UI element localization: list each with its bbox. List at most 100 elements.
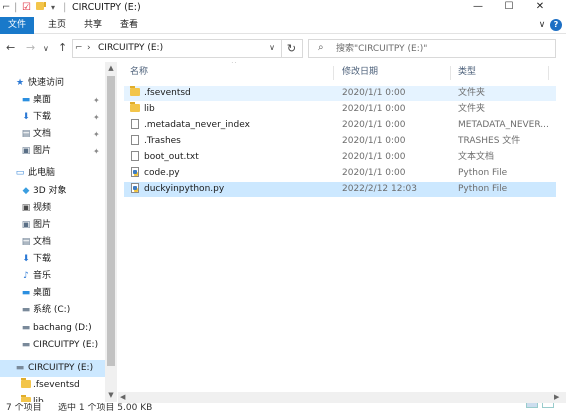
sidebar-item-label: lib bbox=[33, 397, 44, 402]
file-row[interactable]: boot_out.txt 2020/1/1 0:00 文本文档 bbox=[124, 150, 556, 165]
properties-icon[interactable]: ☑ bbox=[22, 2, 31, 14]
drive-icon: ⌐ bbox=[2, 2, 11, 13]
usb-drive-icon: ▬ bbox=[15, 363, 25, 373]
sidebar-item[interactable]: ⬇ 下载 bbox=[0, 251, 105, 268]
pictures-icon: ▣ bbox=[21, 146, 31, 156]
folder-icon bbox=[129, 86, 140, 101]
download-icon: ⬇ bbox=[22, 112, 30, 122]
up-button[interactable]: ↑ bbox=[58, 42, 67, 54]
title-bar: ⌐ | ☑ ▾ | CIRCUITPY (E:) — ☐ ✕ bbox=[0, 0, 566, 16]
sidebar-item[interactable]: ▬ bachang (D:) bbox=[0, 320, 105, 337]
maximize-button[interactable]: ☐ bbox=[496, 0, 522, 14]
forward-button[interactable]: → bbox=[26, 42, 35, 54]
folder-icon bbox=[20, 377, 32, 394]
sidebar-item-label: .fseventsd bbox=[33, 380, 80, 390]
chevron-down-icon[interactable]: ∨ bbox=[536, 19, 548, 31]
python-file-icon bbox=[129, 182, 140, 198]
minimize-button[interactable]: — bbox=[465, 0, 491, 14]
file-row[interactable]: code.py 2020/1/1 0:00 Python File bbox=[124, 166, 556, 181]
ribbon-tabs: 文件 主页 共享 查看 ∨ ? bbox=[0, 17, 566, 34]
scroll-up-icon[interactable]: ▲ bbox=[105, 64, 117, 72]
search-input[interactable] bbox=[336, 42, 546, 55]
search-icon: ⌕ bbox=[318, 42, 324, 53]
tab-share[interactable]: 共享 bbox=[78, 17, 108, 34]
sidebar-item[interactable]: .fseventsd bbox=[0, 377, 105, 394]
file-name: boot_out.txt bbox=[144, 152, 199, 162]
sidebar-item-label: 快速访问 bbox=[28, 78, 65, 88]
close-button[interactable]: ✕ bbox=[527, 0, 553, 14]
scrollbar-thumb[interactable] bbox=[107, 76, 115, 366]
column-divider[interactable] bbox=[548, 66, 549, 80]
download-icon: ⬇ bbox=[22, 254, 30, 264]
documents-icon: ▤ bbox=[21, 237, 31, 247]
folder-icon bbox=[20, 394, 32, 402]
sidebar-item-label: 系统 (C:) bbox=[33, 305, 71, 315]
horizontal-scrollbar[interactable]: ◀ ▶ bbox=[118, 392, 566, 403]
tab-view[interactable]: 查看 bbox=[114, 17, 144, 34]
recent-locations-button[interactable]: ∨ bbox=[43, 43, 49, 55]
file-row[interactable]: .fseventsd 2020/1/1 0:00 文件夹 bbox=[124, 86, 556, 101]
address-bar[interactable]: ⌐ › CIRCUITPY (E:) ∨ bbox=[72, 39, 282, 58]
file-row[interactable]: .metadata_never_index 2020/1/1 0:00 METADA… bbox=[124, 118, 556, 133]
sidebar-item[interactable]: ▣ 图片 ✦ bbox=[0, 143, 105, 160]
breadcrumb-separator[interactable]: › bbox=[87, 43, 91, 53]
breadcrumb-item[interactable]: CIRCUITPY (E:) bbox=[98, 43, 163, 53]
star-icon: ★ bbox=[15, 78, 25, 88]
file-name: .metadata_never_index bbox=[144, 120, 250, 130]
sidebar-item[interactable]: ▬ 桌面 ✦ bbox=[0, 92, 105, 109]
tab-home[interactable]: 主页 bbox=[42, 17, 72, 34]
column-header-name[interactable]: 名称 bbox=[130, 65, 148, 80]
file-date: 2022/2/12 12:03 bbox=[342, 184, 417, 194]
sidebar-item[interactable]: ▬ 系统 (C:) bbox=[0, 302, 105, 319]
sidebar-item[interactable]: ▭ 此电脑 bbox=[0, 165, 105, 182]
help-icon[interactable]: ? bbox=[550, 19, 562, 31]
sidebar-item-label: 视频 bbox=[33, 203, 52, 213]
sidebar-item[interactable]: ♪ 音乐 bbox=[0, 268, 105, 285]
sidebar-item[interactable]: ▤ 文档 ✦ bbox=[0, 126, 105, 143]
sidebar-item[interactable]: ⬇ 下载 ✦ bbox=[0, 109, 105, 126]
sidebar-item[interactable]: ▣ 图片 bbox=[0, 217, 105, 234]
music-icon: ♪ bbox=[23, 271, 29, 281]
chevron-down-icon[interactable]: ∨ bbox=[269, 43, 275, 52]
sidebar-item[interactable]: ▬ 桌面 bbox=[0, 285, 105, 302]
new-folder-icon[interactable] bbox=[36, 1, 44, 13]
scroll-left-icon[interactable]: ◀ bbox=[120, 392, 125, 403]
sidebar-item[interactable]: ◆ 3D 对象 bbox=[0, 183, 105, 200]
scroll-down-icon[interactable]: ▼ bbox=[105, 391, 117, 399]
file-date: 2020/1/1 0:00 bbox=[342, 136, 406, 146]
status-bar: 7 个项目 选中 1 个项目 5.00 KB bbox=[0, 403, 566, 411]
details-view-icon[interactable] bbox=[526, 403, 538, 408]
refresh-button[interactable]: ↻ bbox=[281, 39, 303, 58]
sidebar-item[interactable]: ▬ CIRCUITPY (E:) bbox=[0, 337, 105, 354]
sidebar-item[interactable]: ▤ 文档 bbox=[0, 234, 105, 251]
column-divider[interactable] bbox=[333, 66, 334, 80]
large-icons-view-icon[interactable] bbox=[542, 403, 554, 408]
sidebar-item-label: 音乐 bbox=[33, 271, 52, 281]
navigation-pane: ★ 快速访问 ▬ 桌面 ✦ ⬇ 下载 ✦ ▤ 文档 ✦ ▣ 图片 ✦ ▭ 此电脑 ◆ 3D 对象 ▣ 视频 ▣ 图片 ▤ 文档… bbox=[0, 62, 118, 402]
sidebar-item-label: 此电脑 bbox=[28, 168, 56, 178]
scroll-right-icon[interactable]: ▶ bbox=[554, 392, 559, 403]
separator-icon: | bbox=[63, 2, 67, 13]
file-name: duckyinpython.py bbox=[144, 184, 225, 194]
sidebar-item-label: 文档 bbox=[33, 129, 52, 139]
file-type: Python File bbox=[458, 184, 508, 194]
pin-icon: ✦ bbox=[93, 147, 100, 156]
nav-scrollbar[interactable]: ▲ ▼ bbox=[105, 62, 117, 402]
back-button[interactable]: ← bbox=[6, 42, 15, 54]
desktop-icon: ▬ bbox=[21, 95, 31, 105]
sidebar-item[interactable]: lib bbox=[0, 394, 105, 402]
file-row[interactable]: .Trashes 2020/1/1 0:00 TRASHES 文件 bbox=[124, 134, 556, 149]
item-count: 7 个项目 bbox=[6, 403, 42, 411]
sort-ascending-icon: ^ bbox=[231, 62, 237, 68]
tab-file[interactable]: 文件 bbox=[0, 17, 34, 34]
sidebar-item[interactable]: ▬ CIRCUITPY (E:) bbox=[0, 360, 105, 377]
customize-quick-access-icon[interactable]: ▾ bbox=[51, 2, 55, 14]
column-header-date[interactable]: 修改日期 bbox=[342, 65, 378, 80]
column-divider[interactable] bbox=[450, 66, 451, 80]
file-row[interactable]: lib 2020/1/1 0:00 文件夹 bbox=[124, 102, 556, 117]
column-header-type[interactable]: 类型 bbox=[458, 65, 476, 80]
sidebar-item[interactable]: ▣ 视频 bbox=[0, 200, 105, 217]
file-row[interactable]: duckyinpython.py 2022/2/12 12:03 Python Fi… bbox=[124, 182, 556, 197]
search-box[interactable]: ⌕ bbox=[308, 39, 556, 58]
sidebar-item[interactable]: ★ 快速访问 bbox=[0, 75, 105, 92]
